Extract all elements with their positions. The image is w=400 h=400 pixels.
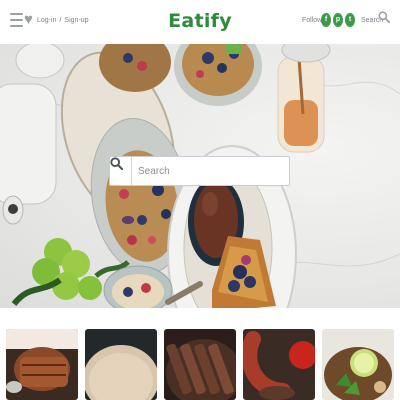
thumbnail-taco-with-lime[interactable] <box>322 329 394 400</box>
site-header: ♥ Log-in / Sign-up Eatify Follow f p t Sea… <box>0 0 400 44</box>
teapot-image <box>0 83 57 225</box>
thumbnail-sliced-steak[interactable] <box>164 329 236 400</box>
granola-bowl-top <box>174 44 262 106</box>
recipe-thumbnails <box>0 308 400 400</box>
search-icon <box>110 157 123 170</box>
thumbnail-grilled-meat[interactable] <box>6 329 78 400</box>
search-icon[interactable] <box>378 11 390 23</box>
facebook-icon[interactable]: f <box>321 13 331 27</box>
hero-search-box[interactable] <box>109 156 290 186</box>
hero-banner <box>0 44 400 308</box>
search-input[interactable] <box>132 157 289 185</box>
search-box-icon-wrap <box>110 157 132 185</box>
thumbnail-sausage-and-tomato[interactable] <box>243 329 315 400</box>
thumbnail-creamy-soup[interactable] <box>85 329 157 400</box>
pinterest-icon[interactable]: p <box>333 13 343 27</box>
twitter-icon[interactable]: t <box>345 13 355 27</box>
follow-label: Follow <box>302 17 323 24</box>
